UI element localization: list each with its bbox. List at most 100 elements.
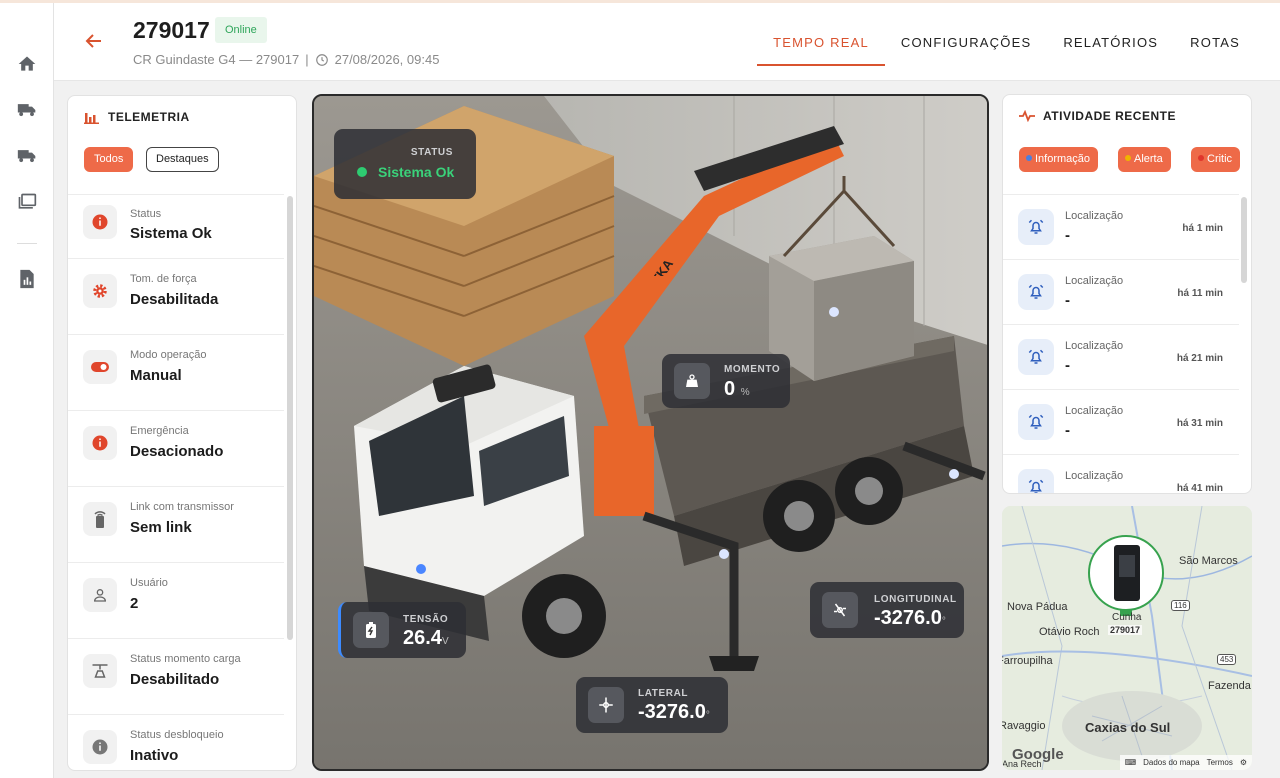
longitudinal-unit: ° (941, 616, 946, 627)
tensao-overlay: TENSÃO 26.4V (338, 602, 466, 658)
telemetry-item[interactable]: Modo operação Manual (68, 334, 284, 410)
momento-value-wrap: 0 % (724, 378, 750, 401)
map-data-link[interactable]: Dados do mapa (1143, 758, 1199, 767)
activity-item[interactable]: Localização - há 31 min (1003, 389, 1239, 454)
activity-item[interactable]: Localização - há 1 min (1003, 194, 1239, 259)
activity-label: Localização (1065, 470, 1124, 482)
vehicle-marker[interactable] (1088, 535, 1164, 611)
status-overlay-label: STATUS (410, 147, 453, 158)
critical-dot (1198, 155, 1204, 161)
truck-icon[interactable] (14, 97, 40, 123)
telemetry-item[interactable]: Link com transmissor Sem link (68, 486, 284, 562)
truck-icon[interactable] (14, 143, 40, 169)
filter-informacao-label: Informação (1035, 153, 1091, 165)
map-place: Caxias do Sul (1085, 720, 1171, 735)
filter-todos[interactable]: Todos (84, 147, 134, 172)
activity-value: - (1065, 487, 1070, 493)
map-place: Nova Pádua (1007, 601, 1068, 613)
activity-item[interactable]: Localização - há 11 min (1003, 259, 1239, 324)
longitudinal-label: LONGITUDINAL (874, 594, 957, 605)
telemetry-title: TELEMETRIA (84, 110, 190, 124)
momento-overlay: MOMENTO 0 % (662, 354, 790, 408)
momento-value: 0 (724, 378, 736, 400)
highway-badge: 116 (1171, 600, 1190, 611)
last-update-time: 27/08/2026, 09:45 (334, 52, 440, 67)
telemetry-list: Status Sistema Ok Tom. de força Desabili… (68, 194, 284, 770)
telemetry-item[interactable]: Status desbloqueio Inativo (68, 714, 284, 770)
info-icon (83, 730, 117, 764)
telemetry-scrollbar[interactable] (287, 196, 293, 640)
battery-icon (353, 612, 389, 648)
activity-label: Localização (1065, 340, 1124, 352)
telemetry-item[interactable]: Usuário 2 (68, 562, 284, 638)
status-dot (357, 167, 367, 177)
telemetry-label: Emergência (130, 425, 189, 437)
activity-item[interactable]: Localização - há 21 min (1003, 324, 1239, 389)
filter-critico-label: Critic (1207, 153, 1233, 165)
filter-informacao[interactable]: Informação (1019, 147, 1099, 172)
lateral-overlay: LATERAL -3276.0° (576, 677, 728, 733)
activity-time: há 1 min (1182, 223, 1223, 234)
online-badge: Online (215, 17, 267, 43)
lateral-unit: ° (705, 710, 710, 721)
filter-alerta[interactable]: Alerta (1118, 147, 1171, 172)
tab-relatorios[interactable]: RELATÓRIOS (1047, 29, 1174, 66)
back-arrow-icon[interactable] (82, 29, 106, 53)
telemetry-item[interactable]: Status Sistema Ok (68, 194, 284, 258)
vehicle-id: 279017 (133, 17, 210, 43)
activity-time: há 41 min (1176, 483, 1223, 494)
crane-load-icon (83, 654, 117, 688)
tilt-icon (822, 592, 858, 628)
activity-time: há 21 min (1176, 353, 1223, 364)
folders-icon[interactable] (14, 189, 40, 215)
telemetry-panel: TELEMETRIA Todos Destaques Status Sistem… (67, 95, 297, 771)
tab-configuracoes[interactable]: CONFIGURAÇÕES (885, 29, 1047, 66)
toggle-icon (83, 350, 117, 384)
location-map[interactable]: São Marcos Nova Pádua Otávio Roch Farrou… (1002, 506, 1252, 770)
telemetry-title-text: TELEMETRIA (108, 110, 190, 124)
alarm-icon (1018, 339, 1054, 375)
tensao-value: 26.4 (403, 627, 442, 649)
activity-label: Localização (1065, 405, 1124, 417)
activity-value: - (1065, 357, 1070, 374)
tab-tempo-real[interactable]: TEMPO REAL (757, 29, 885, 66)
map-place: Ravaggio (1002, 720, 1046, 732)
activity-label: Localização (1065, 275, 1124, 287)
telemetry-value: Desacionado (130, 443, 224, 460)
filter-alerta-label: Alerta (1134, 153, 1163, 165)
terms-link[interactable]: Termos (1207, 758, 1233, 767)
recent-activity-panel: ATIVIDADE RECENTE Informação Alerta Crit… (1002, 94, 1252, 494)
lateral-tilt-icon (588, 687, 624, 723)
weight-icon (674, 363, 710, 399)
activity-value: - (1065, 292, 1070, 309)
telemetry-item[interactable]: Tom. de força Desabilitada (68, 258, 284, 334)
filter-critico[interactable]: Critic (1191, 147, 1241, 172)
activity-item[interactable]: Localização - há 41 min (1003, 454, 1239, 494)
telemetry-item[interactable]: Emergência Desacionado (68, 410, 284, 486)
device-icon (1114, 545, 1140, 601)
map-place: Fazenda (1208, 680, 1251, 692)
keyboard-icon[interactable]: ⌨ (1125, 758, 1137, 767)
subtitle-separator: | (305, 52, 309, 67)
tab-rotas[interactable]: ROTAS (1174, 29, 1256, 66)
highway-badge: 453 (1217, 654, 1237, 665)
filter-destaques[interactable]: Destaques (146, 147, 219, 172)
report-icon[interactable] (14, 266, 40, 292)
alert-dot (1125, 155, 1131, 161)
telemetry-label: Status (130, 208, 162, 220)
alarm-icon (1018, 404, 1054, 440)
report-problem-icon[interactable]: ⚙ (1240, 758, 1247, 767)
map-place: Farroupilha (1002, 655, 1053, 667)
home-icon[interactable] (14, 51, 40, 77)
activity-scrollbar[interactable] (1241, 197, 1247, 283)
nav-divider (17, 243, 37, 244)
info-icon (83, 426, 117, 460)
telemetry-label: Link com transmissor (130, 501, 234, 513)
tensao-unit: V (441, 636, 449, 647)
telemetry-value: Inativo (130, 747, 179, 764)
tensao-label: TENSÃO (403, 614, 449, 625)
map-attribution: ⌨ Dados do mapa Termos ⚙ (1119, 755, 1252, 770)
telemetry-item[interactable]: Status momento carga Desabilitado (68, 638, 284, 714)
vehicle-model: CR Guindaste G4 — 279017 (133, 52, 300, 67)
momento-unit: % (740, 387, 750, 398)
